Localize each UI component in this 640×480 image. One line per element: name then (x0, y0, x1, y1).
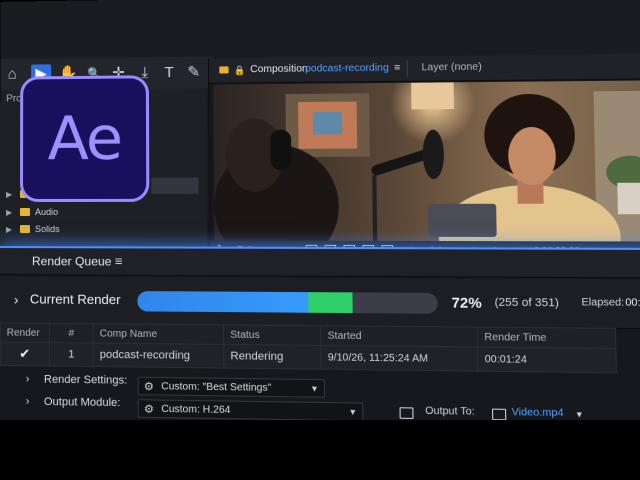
render-settings-value: Custom: "Best Settings" (161, 381, 272, 394)
current-render-label[interactable]: Current Render (30, 276, 121, 323)
layer-tab[interactable]: Layer (none) (421, 55, 482, 80)
render-queue-table: Render # Comp Name Status Started Render… (0, 322, 617, 373)
composition-name-link[interactable]: podcast-recording (305, 56, 389, 81)
render-settings-label: Render Settings: (43, 373, 128, 387)
tab-divider (406, 60, 408, 77)
render-queue-menu-icon[interactable]: ≡ (115, 248, 123, 274)
chevron-down-icon: ▼ (310, 384, 319, 394)
output-module-value: Custom: H.264 (161, 403, 231, 417)
column-header-started[interactable]: Started (320, 325, 478, 347)
composition-panel: 🔒 Composition podcast-recording ≡ Layer … (207, 53, 640, 261)
folder-icon (19, 225, 30, 234)
folder-outline-icon (492, 408, 507, 421)
chevron-right-icon[interactable]: ▶ (6, 205, 14, 221)
frames-count: (255 of 351) (494, 296, 560, 310)
render-progress-bar (137, 291, 438, 314)
current-render-section: › Current Render 72% (255 of 351) Elapse… (0, 276, 640, 330)
chevron-right-icon[interactable]: › (14, 276, 19, 322)
after-effects-logo: Ae (19, 75, 150, 202)
chevron-right-icon[interactable]: ▶ (6, 222, 14, 238)
render-queue-tab[interactable]: Render Queue (32, 248, 112, 275)
render-settings-row: › Render Settings: (18, 369, 130, 391)
chevron-down-icon[interactable]: ▼ (575, 410, 584, 420)
row-number: 1 (49, 342, 94, 367)
composition-viewer[interactable] (213, 80, 640, 242)
podcast-scene-image (213, 80, 640, 242)
column-header-render[interactable]: Render (0, 322, 50, 343)
output-module-row: › Output Module: (18, 391, 130, 413)
folder-icon (219, 66, 229, 74)
project-item-audio[interactable]: ▶ Audio (6, 204, 58, 220)
row-started: 9/10/26, 11:25:24 AM (320, 345, 478, 372)
progress-percent: 72% (451, 294, 482, 311)
column-header-comp-name[interactable]: Comp Name (93, 323, 224, 345)
render-queue-tab-bar: Render Queue ≡ (0, 248, 640, 279)
lock-icon[interactable]: 🔒 (234, 58, 246, 82)
row-render-time: 00:01:24 (477, 346, 617, 373)
column-header-number[interactable]: # (49, 323, 94, 344)
folder-outline-icon[interactable] (399, 407, 414, 419)
column-header-status[interactable]: Status (223, 324, 321, 346)
type-tool-icon[interactable]: T (159, 63, 179, 83)
chevron-right-icon[interactable]: › (26, 392, 30, 412)
letterbox-bottom (0, 420, 640, 480)
composition-tab-label[interactable]: Composition (250, 57, 308, 82)
render-checkbox[interactable]: ✔ (0, 342, 50, 366)
chevron-right-icon[interactable]: ▶ (6, 187, 14, 203)
project-item-label: Solids (34, 224, 60, 235)
render-settings-dropdown[interactable]: ⚙ Custom: "Best Settings" ▼ (137, 376, 326, 398)
render-queue-panel: Render Queue ≡ › Current Render 72% (255… (0, 246, 640, 433)
project-item-highlight (151, 177, 199, 194)
table-row[interactable]: ✔ 1 podcast-recording Rendering 9/10/26,… (0, 342, 617, 373)
elapsed-value: 00:01:24 (625, 297, 640, 310)
composition-tab-bar: 🔒 Composition podcast-recording ≡ Layer … (209, 53, 640, 84)
render-progress-current-chunk (308, 292, 353, 314)
output-module-label: Output Module: (43, 395, 121, 410)
output-to-label: Output To: (425, 405, 475, 418)
output-module-dropdown[interactable]: ⚙ Custom: H.264 ▼ (137, 399, 364, 422)
row-comp-name[interactable]: podcast-recording (93, 343, 224, 369)
project-item-label: Audio (35, 206, 59, 218)
chevron-right-icon[interactable]: › (26, 369, 30, 389)
output-file-link[interactable]: Video.mp4 (511, 407, 563, 419)
project-item-solids[interactable]: ▶ Solids (6, 221, 60, 237)
row-status: Rendering (223, 344, 322, 370)
after-effects-window: ⌂ ▶ ✋ 🔍 ✛ ⤓ T ✎ Pro ▶ ▶ Audio ▶ Solids Ae (0, 0, 640, 433)
pen-tool-icon[interactable]: ✎ (183, 63, 204, 83)
elapsed-label: Elapsed: (581, 296, 625, 309)
column-header-render-time[interactable]: Render Time (477, 327, 616, 349)
folder-icon (19, 207, 30, 217)
settings-gear-icon: ⚙ (143, 403, 155, 416)
composition-menu-icon[interactable]: ≡ (394, 56, 400, 81)
screenshot-stage: ⌂ ▶ ✋ 🔍 ✛ ⤓ T ✎ Pro ▶ ▶ Audio ▶ Solids Ae (0, 0, 640, 480)
home-icon[interactable]: ⌂ (2, 65, 22, 85)
settings-gear-icon: ⚙ (143, 380, 154, 394)
checkmark-icon[interactable]: ✔ (19, 346, 30, 361)
